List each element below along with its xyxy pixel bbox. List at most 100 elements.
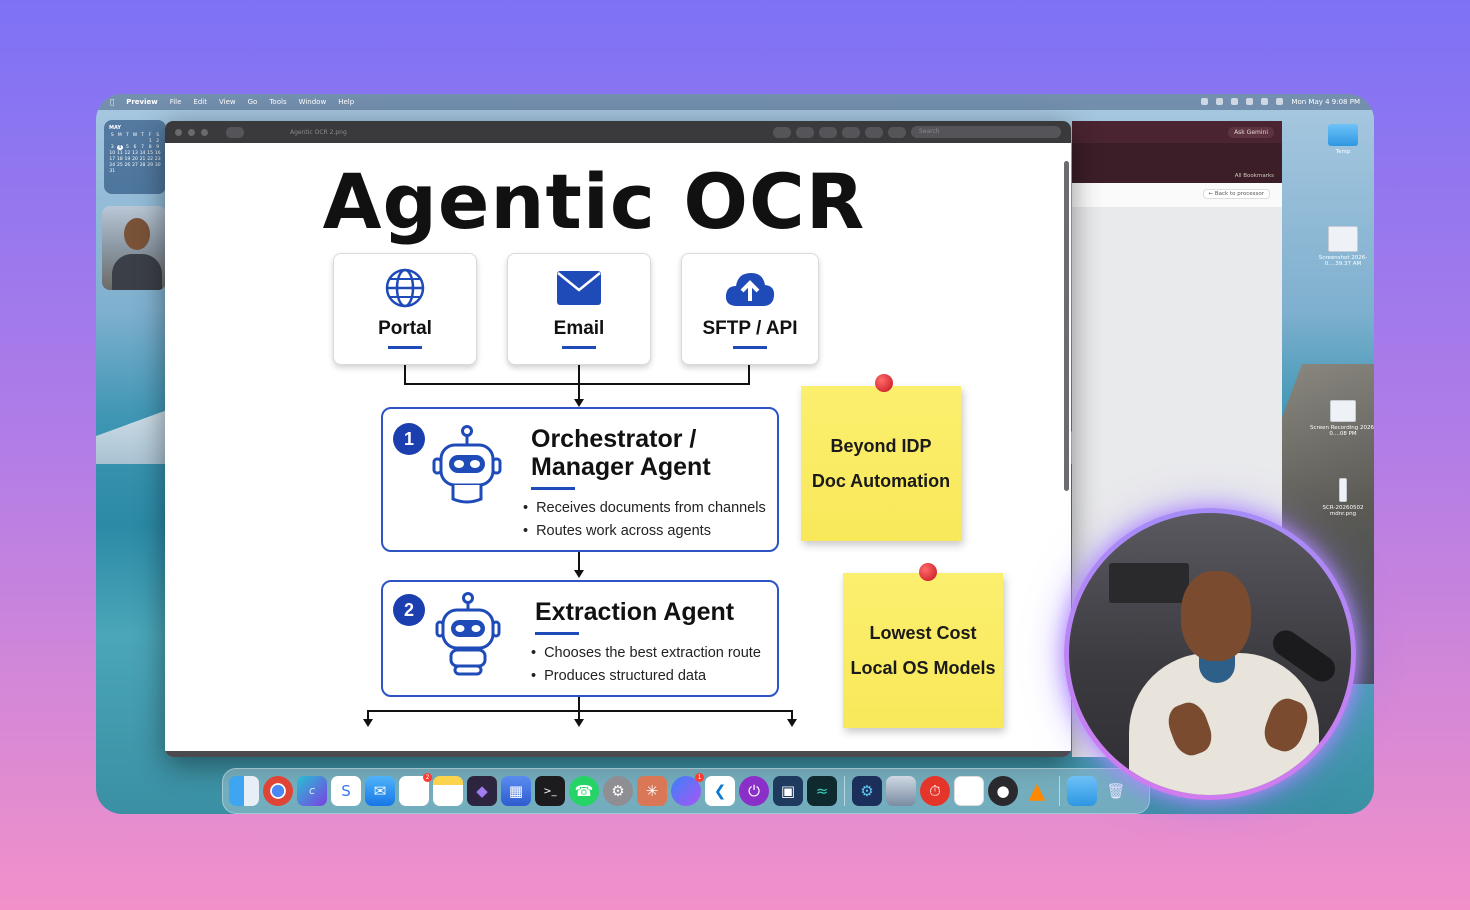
- close-button[interactable]: [175, 128, 182, 136]
- calendar-day[interactable]: [139, 139, 146, 144]
- preview-icon[interactable]: ▦: [501, 776, 531, 806]
- power-icon[interactable]: ⏻: [739, 776, 769, 806]
- apple-menu-icon[interactable]: : [110, 98, 114, 106]
- zoom-in-button[interactable]: [796, 126, 814, 138]
- xcode-simulator-icon[interactable]: ⚙: [852, 776, 882, 806]
- calendar-day[interactable]: 19: [124, 157, 131, 162]
- zoom-out-button[interactable]: [773, 126, 791, 138]
- menu-file[interactable]: File: [170, 98, 182, 106]
- timer-icon[interactable]: ⏱: [920, 776, 950, 806]
- share-button[interactable]: [819, 126, 837, 138]
- ask-gemini-button[interactable]: Ask Gemini: [1228, 126, 1274, 138]
- menu-window[interactable]: Window: [299, 98, 327, 106]
- perplexity-icon[interactable]: ≈: [807, 776, 837, 806]
- sidebar-toggle-button[interactable]: [226, 126, 244, 138]
- calendar-day[interactable]: 20: [132, 157, 139, 162]
- calendar-day[interactable]: [132, 139, 139, 144]
- status-icon[interactable]: [1246, 98, 1254, 105]
- textedit-icon[interactable]: [954, 776, 984, 806]
- obsidian-icon[interactable]: ◆: [467, 776, 497, 806]
- downloads-folder-icon[interactable]: [1067, 776, 1097, 806]
- signal-icon[interactable]: S: [331, 776, 361, 806]
- status-icon[interactable]: [1231, 98, 1239, 105]
- photo-widget[interactable]: [102, 206, 166, 290]
- calendar-day[interactable]: 9: [154, 145, 161, 150]
- control-center-icon[interactable]: [1276, 98, 1284, 105]
- calendar-day[interactable]: 1: [147, 139, 154, 144]
- calendar-day[interactable]: 22: [147, 157, 154, 162]
- calendar-day[interactable]: 8: [147, 145, 154, 150]
- calendar-day[interactable]: 5: [124, 145, 131, 150]
- calendar-day[interactable]: 15: [147, 151, 154, 156]
- disk-utility-icon[interactable]: [886, 776, 916, 806]
- calendar-day[interactable]: 27: [132, 163, 139, 168]
- calendar-day[interactable]: 29: [147, 163, 154, 168]
- calendar-day[interactable]: [117, 139, 124, 144]
- calendar-day[interactable]: [124, 139, 131, 144]
- mail-icon[interactable]: ✉: [365, 776, 395, 806]
- calendar-day[interactable]: 17: [109, 157, 116, 162]
- trash-icon[interactable]: 🗑: [1101, 776, 1131, 806]
- menu-edit[interactable]: Edit: [193, 98, 207, 106]
- calendar-day[interactable]: 11: [117, 151, 124, 156]
- zoom-button[interactable]: [201, 128, 208, 136]
- menu-view[interactable]: View: [219, 98, 236, 106]
- desktop-file-screenshot[interactable]: Screenshot 2026-0....39.37 AM: [1310, 226, 1374, 267]
- desktop-folder-temp[interactable]: Temp: [1310, 124, 1374, 155]
- vertical-scrollbar[interactable]: [1064, 161, 1069, 491]
- calendar-day[interactable]: 7: [139, 145, 146, 150]
- vlc-icon[interactable]: ▲: [1022, 776, 1052, 806]
- calendar-day[interactable]: [109, 139, 116, 144]
- all-bookmarks-link[interactable]: All Bookmarks: [1235, 173, 1274, 179]
- desktop-file-scr[interactable]: SCR-20260502 mdnr.png: [1310, 478, 1374, 517]
- back-to-processor-link[interactable]: ← Back to processor: [1202, 189, 1270, 199]
- menu-clock[interactable]: Mon May 4 9:08 PM: [1291, 98, 1360, 106]
- menu-tools[interactable]: Tools: [269, 98, 286, 106]
- search-field[interactable]: Search: [911, 126, 1061, 138]
- annotate-button[interactable]: [888, 126, 906, 138]
- menu-go[interactable]: Go: [248, 98, 258, 106]
- obs-icon[interactable]: ●: [988, 776, 1018, 806]
- vscode-icon[interactable]: ❮: [705, 776, 735, 806]
- reminders-icon[interactable]: 2: [399, 773, 432, 806]
- screen-app-icon[interactable]: ▣: [773, 776, 803, 806]
- calendar-day[interactable]: 23: [154, 157, 161, 162]
- terminal-icon[interactable]: >_: [535, 776, 565, 806]
- calendar-day[interactable]: 28: [139, 163, 146, 168]
- calendar-day[interactable]: 13: [132, 151, 139, 156]
- messenger-icon[interactable]: 1: [671, 773, 704, 806]
- calendar-day[interactable]: 26: [124, 163, 131, 168]
- notes-icon[interactable]: [433, 776, 463, 806]
- calendar-day[interactable]: 18: [117, 157, 124, 162]
- calendar-day[interactable]: 25: [117, 163, 124, 168]
- calendar-day[interactable]: 31: [109, 169, 116, 174]
- calendar-day[interactable]: 2: [154, 139, 161, 144]
- calendar-day[interactable]: 6: [132, 145, 139, 150]
- status-icon[interactable]: [1201, 98, 1209, 105]
- finder-icon[interactable]: [229, 776, 259, 806]
- claude-icon[interactable]: ✳: [637, 776, 667, 806]
- chrome-icon[interactable]: [263, 776, 293, 806]
- menu-help[interactable]: Help: [338, 98, 354, 106]
- wifi-icon[interactable]: [1261, 98, 1269, 105]
- app-menu[interactable]: Preview: [126, 98, 158, 106]
- rotate-button[interactable]: [865, 126, 883, 138]
- minimize-button[interactable]: [188, 128, 195, 136]
- markup-button[interactable]: [842, 126, 860, 138]
- calendar-day[interactable]: 24: [109, 163, 116, 168]
- calendar-day[interactable]: 30: [154, 163, 161, 168]
- calendar-day[interactable]: 21: [139, 157, 146, 162]
- calendar-day[interactable]: 16: [154, 151, 161, 156]
- calendar-day[interactable]: 14: [139, 151, 146, 156]
- canva-icon[interactable]: C: [297, 776, 327, 806]
- preview-window[interactable]: Agentic OCR 2.png Search Agentic OCR Por…: [165, 121, 1071, 757]
- status-icon[interactable]: [1216, 98, 1224, 105]
- calendar-day[interactable]: 4: [116, 145, 124, 150]
- system-settings-icon[interactable]: ⚙: [603, 776, 633, 806]
- calendar-day[interactable]: 3: [109, 145, 116, 150]
- calendar-day[interactable]: 10: [109, 151, 116, 156]
- calendar-widget[interactable]: MAY S M T W T F S 1 2 3 4 5 6 7 8 9 10 11 12 13 14 15 16 17 18 19…: [104, 120, 166, 194]
- calendar-day[interactable]: 12: [124, 151, 131, 156]
- desktop-file-screen-recording[interactable]: Screen Recording 2026-0....08 PM: [1310, 400, 1374, 437]
- whatsapp-icon[interactable]: ☎: [569, 776, 599, 806]
